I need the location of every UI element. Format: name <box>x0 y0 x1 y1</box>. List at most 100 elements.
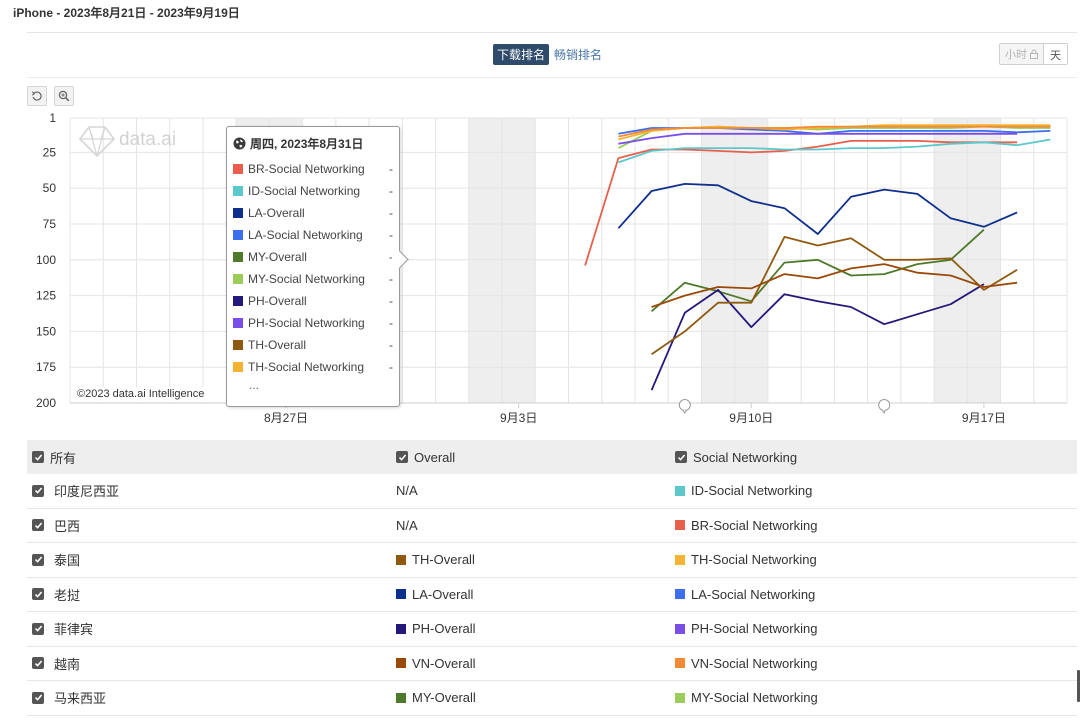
series-legend-table: 所有 Overall Social Networking 印度尼西亚 N/A ID-… <box>27 440 1077 716</box>
watermark-text: data.ai <box>119 129 176 150</box>
header-all-label: 所有 <box>50 450 77 466</box>
overall-series-toggle[interactable]: TH-Overall <box>396 543 475 577</box>
y-tick-label: 25 <box>43 145 57 159</box>
tooltip-row: LA-Social Networking - <box>233 224 393 246</box>
reset-zoom-button[interactable] <box>27 86 47 106</box>
globe-icon <box>233 137 246 150</box>
country-name: 菲律宾 <box>54 622 94 638</box>
country-checkbox[interactable] <box>32 519 44 532</box>
social-series-toggle[interactable]: PH-Social Networking <box>675 612 817 646</box>
granularity-hour-button[interactable]: 小时 <box>1000 44 1043 64</box>
series-label: LA-Social Networking <box>691 586 816 602</box>
country-checkbox[interactable] <box>32 553 44 566</box>
social-series-toggle[interactable]: LA-Social Networking <box>675 578 815 612</box>
lock-icon <box>1030 49 1038 59</box>
tooltip-series-name: MY-Social Networking <box>248 272 365 286</box>
tooltip-row: MY-Social Networking - <box>233 268 393 290</box>
country-checkbox[interactable] <box>32 657 44 670</box>
chart-svg: data.ai 1255075100125150175200 8月27日 9月3日… <box>36 111 1068 425</box>
series-label: VN-Overall <box>412 655 476 671</box>
header-overall-label: Overall <box>414 449 456 465</box>
tooltip-series-name: TH-Overall <box>248 338 307 352</box>
overall-column-checkbox[interactable] <box>396 451 408 463</box>
series-label: VN-Social Networking <box>691 655 818 671</box>
tooltip-row: TH-Social Networking - <box>233 356 393 378</box>
series-swatch <box>396 692 406 703</box>
series-label: N/A <box>396 517 418 533</box>
tooltip-series-value: - <box>389 360 393 374</box>
series-label: PH-Social Networking <box>691 621 818 637</box>
tooltip-series-name: PH-Social Networking <box>248 316 365 330</box>
series-swatch <box>233 208 243 218</box>
series-label: LA-Overall <box>412 586 474 602</box>
tooltip-series-name: ID-Social Networking <box>248 184 361 198</box>
event-marker-icon[interactable] <box>678 399 691 415</box>
series-label: ID-Social Networking <box>691 483 813 499</box>
tab-revenue[interactable]: 畅销排名 <box>554 46 602 63</box>
tooltip-series-value: - <box>389 316 393 330</box>
tooltip-series-value: - <box>389 228 393 242</box>
hover-tooltip: 周四, 2023年8月31日 BR-Social Networking - ID-S… <box>226 126 400 407</box>
country-name: 越南 <box>54 656 81 672</box>
social-series-toggle[interactable]: VN-Social Networking <box>675 647 817 681</box>
social-column-checkbox[interactable] <box>675 451 687 463</box>
series-label: TH-Social Networking <box>691 552 817 568</box>
checkmark-icon <box>34 453 42 461</box>
granularity-day-button[interactable]: 天 <box>1043 44 1067 64</box>
tooltip-series-name: MY-Overall <box>248 250 307 264</box>
series-swatch <box>396 589 406 600</box>
social-series-toggle[interactable]: TH-Social Networking <box>675 543 817 577</box>
overall-series-toggle[interactable]: VN-Overall <box>396 647 476 681</box>
y-tick-label: 125 <box>36 289 56 303</box>
y-tick-label: 100 <box>36 253 56 267</box>
country-checkbox[interactable] <box>32 622 44 635</box>
legend-country-row: 马来西亚 MY-Overall MY-Social Networking <box>27 681 1077 716</box>
tooltip-row: TH-Overall - <box>233 334 393 356</box>
granularity-hour-label: 小时 <box>1005 49 1027 61</box>
series-swatch <box>675 485 685 496</box>
overall-series-toggle[interactable]: MY-Overall <box>396 681 476 715</box>
x-tick-label: 9月3日 <box>500 411 537 425</box>
country-name: 印度尼西亚 <box>54 484 120 500</box>
tooltip-row: ID-Social Networking - <box>233 180 393 202</box>
data-ai-logo-icon <box>78 126 116 158</box>
checkmark-icon <box>34 660 42 667</box>
reset-zoom-icon <box>31 91 42 101</box>
social-series-toggle[interactable]: ID-Social Networking <box>675 474 812 508</box>
tooltip-more: ... <box>249 378 260 392</box>
social-series-toggle[interactable]: BR-Social Networking <box>675 509 817 543</box>
country-checkbox[interactable] <box>32 484 44 497</box>
y-tick-label: 50 <box>43 181 57 195</box>
x-tick-label: 9月17日 <box>962 411 1006 425</box>
tooltip-row: MY-Overall - <box>233 246 393 268</box>
social-series-toggle[interactable]: MY-Social Networking <box>675 681 818 715</box>
country-name: 马来西亚 <box>54 691 107 707</box>
zoom-button[interactable] <box>54 86 74 106</box>
series-swatch <box>675 692 685 703</box>
zoom-icon <box>58 90 70 102</box>
copyright-label: ©2023 data.ai Intelligence <box>72 387 210 402</box>
country-checkbox[interactable] <box>32 691 44 704</box>
series-swatch <box>233 230 243 240</box>
tooltip-row: BR-Social Networking - <box>233 158 393 180</box>
legend-header-row: 所有 Overall Social Networking <box>27 440 1077 474</box>
series-swatch <box>233 186 243 196</box>
checkmark-icon <box>34 591 42 598</box>
rank-tabs: 下载排名 畅销排名 <box>493 44 602 65</box>
tooltip-series-value: - <box>389 294 393 308</box>
country-name: 泰国 <box>54 553 81 569</box>
country-checkbox[interactable] <box>32 588 44 601</box>
tooltip-series-value: - <box>389 338 393 352</box>
country-name: 老挝 <box>54 587 81 603</box>
series-swatch <box>675 623 685 634</box>
series-swatch <box>233 296 243 306</box>
series-swatch <box>675 520 685 531</box>
tab-downloads[interactable]: 下载排名 <box>493 44 550 65</box>
event-marker-icon[interactable] <box>878 399 891 415</box>
select-all-checkbox[interactable] <box>32 451 44 463</box>
series-swatch <box>396 554 406 565</box>
overall-series-toggle[interactable]: PH-Overall <box>396 612 476 646</box>
series-swatch <box>233 252 243 262</box>
overall-series-toggle[interactable]: LA-Overall <box>396 578 473 612</box>
series-label: PH-Overall <box>412 621 476 637</box>
